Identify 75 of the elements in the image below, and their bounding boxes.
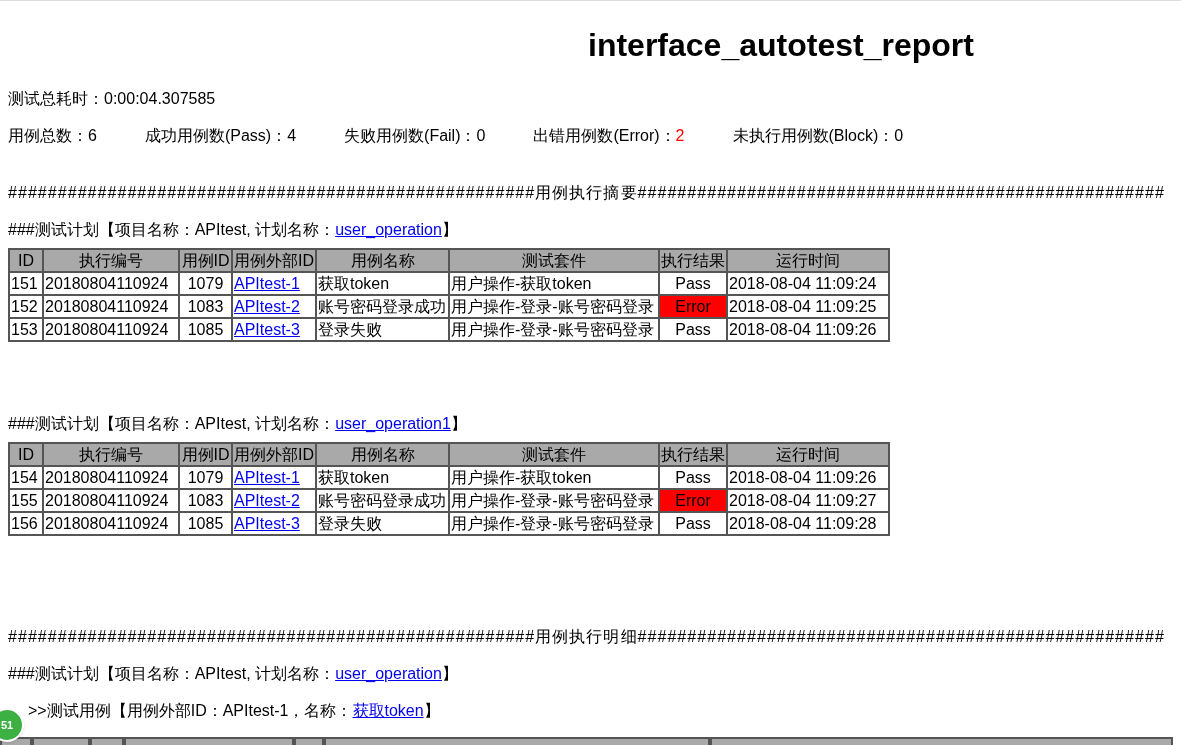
table-cell: 20180804110924: [43, 466, 179, 489]
table-cell: 2018-08-04 11:09:26: [727, 318, 889, 341]
table-cell: 2018-08-04 11:09:27: [727, 489, 889, 512]
table-cell: 2018-08-04 11:09:24: [727, 272, 889, 295]
column-header: ID: [9, 249, 43, 272]
table-cell: 2018-08-04 11:09:28: [727, 512, 889, 535]
count-stat: 用例总数：6: [8, 125, 97, 146]
column-header: 用例外部ID: [232, 443, 316, 466]
column-header: 测试套件: [449, 249, 659, 272]
table-cell: 153: [9, 318, 43, 341]
table-cell: 151: [9, 272, 43, 295]
table-cell: 用户操作-登录-账号密码登录: [449, 295, 659, 318]
table-cell: 154: [9, 466, 43, 489]
column-header: 用例ID: [179, 249, 232, 272]
table-cell: 1079: [179, 272, 232, 295]
section-heading: #####################################################用例执行明细#####################################################: [8, 626, 1165, 647]
result-cell: Pass: [659, 318, 727, 341]
table-cell: 1083: [179, 489, 232, 512]
table-cell: 20180804110924: [43, 489, 179, 512]
plan-label: ###测试计划【项目名称：APItest, 计划名称：: [8, 663, 336, 684]
column-header: 用例ID: [179, 443, 232, 466]
table-cell: 获取token: [316, 272, 449, 295]
bracket-text: 】: [441, 219, 458, 240]
plan-label: ###测试计划【项目名称：APItest, 计划名称：: [8, 413, 336, 434]
column-header: ID: [9, 443, 43, 466]
table-cell: 20180804110924: [43, 512, 179, 535]
table-cell: 账号密码登录成功: [316, 295, 449, 318]
table-cell: 用户操作-获取token: [449, 466, 659, 489]
report-title: interface_autotest_report: [588, 26, 975, 65]
table-cell: 156: [9, 512, 43, 535]
plan-link[interactable]: user_operation: [335, 661, 442, 686]
count-stat: 未执行用例数(Block)：0: [732, 125, 904, 146]
table-cell: 登录失败: [316, 512, 449, 535]
table-cell: 155: [9, 489, 43, 512]
table-cell: 账号密码登录成功: [316, 489, 449, 512]
column-header: 运行时间: [727, 249, 889, 272]
plan-label: ###测试计划【项目名称：APItest, 计划名称：: [8, 219, 336, 240]
table-cell: 20180804110924: [43, 272, 179, 295]
table-cell: 1085: [179, 512, 232, 535]
table-cell: 2018-08-04 11:09:25: [727, 295, 889, 318]
column-header: 执行编号: [43, 249, 179, 272]
table-cell: 获取token: [316, 466, 449, 489]
column-header: 用例名称: [316, 249, 449, 272]
count-stat: 失败用例数(Fail)：0: [344, 125, 486, 146]
plan-link[interactable]: user_operation: [335, 217, 442, 242]
table-cell: 1083: [179, 295, 232, 318]
column-header: 执行结果: [659, 249, 727, 272]
bracket-text: 】: [441, 663, 458, 684]
column-header: 用例外部ID: [232, 249, 316, 272]
column-header: 测试套件: [449, 443, 659, 466]
plan-link[interactable]: 获取token: [352, 698, 424, 723]
table-cell: 用户操作-登录-账号密码登录: [449, 318, 659, 341]
count-stat: 出错用例数(Error)：2: [533, 125, 685, 146]
table-cell: 20180804110924: [43, 318, 179, 341]
table-cell: 登录失败: [316, 318, 449, 341]
column-header: 执行编号: [43, 443, 179, 466]
bracket-text: 】: [423, 700, 440, 721]
table-cell: 152: [9, 295, 43, 318]
table-cell: 1085: [179, 318, 232, 341]
table-cell: 用户操作-登录-账号密码登录: [449, 489, 659, 512]
plan-link[interactable]: user_operation1: [335, 411, 451, 436]
table-cell: 1079: [179, 466, 232, 489]
result-cell: Pass: [659, 512, 727, 535]
table-cell: 用户操作-登录-账号密码登录: [449, 512, 659, 535]
duration-text: 测试总耗时：0:00:04.307585: [8, 88, 216, 109]
table-cell: 用户操作-获取token: [449, 272, 659, 295]
count-stat: 成功用例数(Pass)：4: [144, 125, 297, 146]
column-header: 运行时间: [727, 443, 889, 466]
column-header: 用例名称: [316, 443, 449, 466]
table-cell: 2018-08-04 11:09:26: [727, 466, 889, 489]
column-header: 执行结果: [659, 443, 727, 466]
plan-label: >>测试用例【用例外部ID：APItest-1，名称：: [28, 700, 353, 721]
table-cell: 20180804110924: [43, 295, 179, 318]
bracket-text: 】: [450, 413, 467, 434]
section-heading: #####################################################用例执行摘要#####################################################: [8, 182, 1165, 203]
